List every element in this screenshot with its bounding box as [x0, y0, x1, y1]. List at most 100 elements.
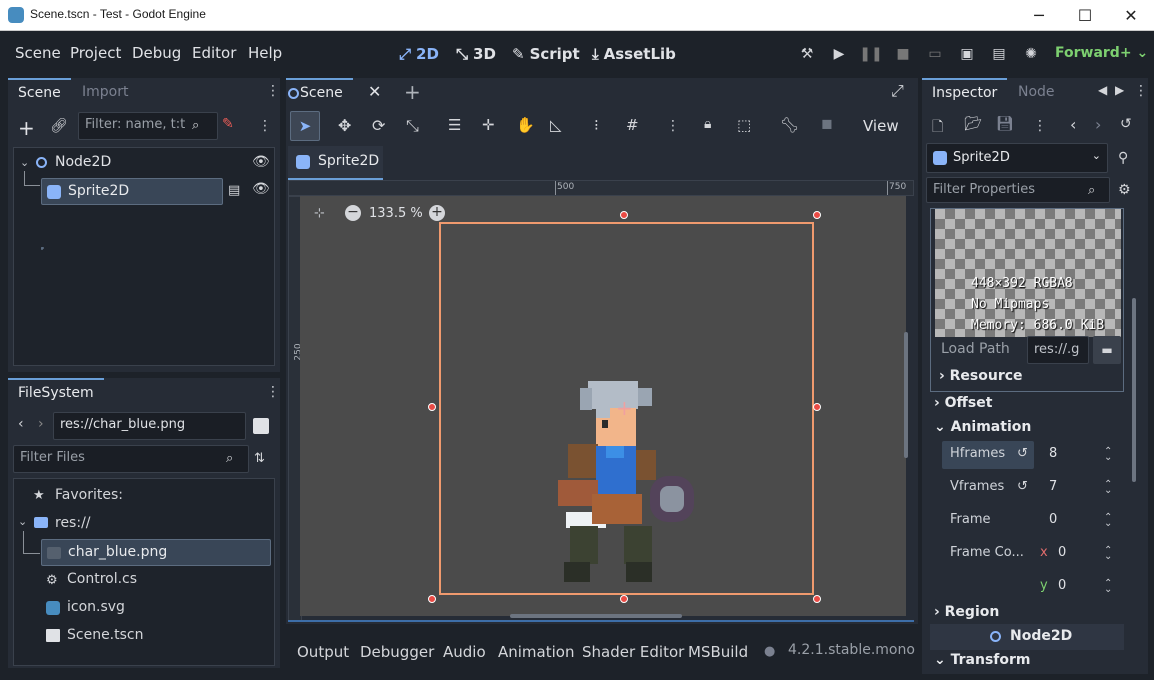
- frame-coords-x-value[interactable]: 0: [1058, 545, 1066, 560]
- tab-shader-editor[interactable]: Shader Editor: [582, 643, 684, 661]
- zoom-in-icon[interactable]: +: [429, 205, 445, 221]
- section-resource[interactable]: › Resource: [939, 368, 1023, 384]
- resize-handle[interactable]: [813, 595, 821, 603]
- new-resource-icon[interactable]: 🗋︎: [932, 116, 943, 140]
- resize-handle[interactable]: [428, 595, 436, 603]
- stop-icon[interactable]: ■: [892, 43, 914, 65]
- breadcrumb[interactable]: Sprite2D: [288, 146, 383, 180]
- texture-preview[interactable]: 448×392 RGBA8 No Mipmaps Memory: 686.0 K…: [935, 209, 1121, 337]
- list-select-icon[interactable]: ☰: [448, 116, 461, 134]
- minimize-button[interactable]: ─: [1016, 0, 1062, 31]
- dock-menu-icon[interactable]: ⋮: [1134, 83, 1148, 99]
- object-search-icon[interactable]: ⚲: [1118, 150, 1128, 166]
- resize-handle[interactable]: [428, 403, 436, 411]
- zoom-level[interactable]: 133.5 %: [369, 206, 423, 221]
- vframes-value[interactable]: 7: [1049, 479, 1057, 494]
- collapse-chevron-icon[interactable]: ⌄: [18, 515, 27, 528]
- open-resource-icon[interactable]: 📂︎: [964, 116, 982, 132]
- tab-animation[interactable]: Animation: [498, 643, 574, 661]
- inspector-scrollbar[interactable]: [1132, 298, 1136, 482]
- section-offset[interactable]: › Offset: [934, 395, 992, 411]
- spin-arrows-icon[interactable]: ⌄: [1104, 584, 1112, 595]
- tab-scene-file[interactable]: Scene: [286, 78, 353, 106]
- scale-tool-icon[interactable]: ⤡: [406, 116, 419, 136]
- tab-import[interactable]: Import: [72, 78, 138, 106]
- property-options-icon[interactable]: ⚙: [1118, 182, 1131, 198]
- vertical-scrollbar[interactable]: [904, 332, 908, 458]
- smart-snap-icon[interactable]: ⁝: [594, 116, 599, 134]
- tab-audio[interactable]: Audio: [443, 643, 486, 661]
- split-mode-icon[interactable]: [253, 418, 269, 434]
- frame-coords-y-value[interactable]: 0: [1058, 578, 1066, 593]
- renderer-dropdown[interactable]: Forward+ ⌄: [1055, 45, 1148, 61]
- workspace-2d-button[interactable]: ⤢ 2D: [399, 45, 439, 63]
- tab-output[interactable]: Output: [297, 643, 349, 661]
- tab-inspector[interactable]: Inspector: [922, 78, 1008, 106]
- close-window-button[interactable]: ✕: [1108, 0, 1154, 31]
- filter-properties-input[interactable]: Filter Properties: [926, 177, 1110, 203]
- tab-scene-dock[interactable]: Scene: [8, 78, 71, 106]
- spin-arrows-icon[interactable]: ⌄: [1104, 452, 1112, 463]
- group-icon[interactable]: ⬚: [737, 116, 751, 134]
- hframes-value[interactable]: 8: [1049, 446, 1057, 461]
- collapse-chevron-icon[interactable]: ⌄: [20, 156, 29, 169]
- add-node-icon[interactable]: +: [18, 116, 35, 140]
- play-icon[interactable]: ▶: [828, 43, 850, 65]
- horizontal-scrollbar[interactable]: [510, 614, 682, 618]
- resize-handle[interactable]: [620, 595, 628, 603]
- script-attached-icon[interactable]: ▤: [228, 183, 240, 198]
- file-item-scene-tscn[interactable]: Scene.tscn: [67, 627, 144, 643]
- close-tab-icon[interactable]: ✕: [368, 82, 381, 101]
- menu-help[interactable]: Help: [248, 44, 282, 62]
- history-back-icon[interactable]: ‹: [1070, 115, 1076, 134]
- attach-script-icon[interactable]: ✎: [222, 116, 234, 132]
- spin-arrows-icon[interactable]: ⌄: [1104, 551, 1112, 562]
- resource-options-icon[interactable]: ⋮: [1033, 118, 1047, 134]
- visibility-eye-icon[interactable]: 👁︎: [252, 154, 270, 170]
- tab-debugger[interactable]: Debugger: [360, 643, 434, 661]
- ruler-tool-icon[interactable]: ◺: [550, 116, 562, 134]
- section-transform[interactable]: ⌄ Transform: [934, 652, 1030, 668]
- dock-menu-icon[interactable]: ⋮: [266, 384, 280, 400]
- file-item-icon-svg[interactable]: icon.svg: [67, 599, 125, 615]
- load-path-field[interactable]: res://.g: [1027, 336, 1089, 364]
- file-item-char-blue[interactable]: char_blue.png: [41, 539, 271, 566]
- resize-handle[interactable]: [813, 211, 821, 219]
- zoom-out-icon[interactable]: −: [345, 205, 361, 221]
- parent-node-header[interactable]: Node2D: [930, 624, 1124, 650]
- visibility-eye-icon[interactable]: 👁︎: [252, 181, 270, 197]
- maximize-button[interactable]: ☐: [1062, 0, 1108, 31]
- workspace-assetlib-button[interactable]: ⤓ AssetLib: [592, 45, 676, 63]
- tab-filesystem[interactable]: FileSystem: [8, 378, 104, 406]
- history-forward-icon[interactable]: ›: [1095, 115, 1101, 134]
- resize-handle[interactable]: [620, 211, 628, 219]
- remote-debug-icon[interactable]: ▭: [924, 43, 946, 65]
- filter-files-input[interactable]: Filter Files: [13, 445, 249, 473]
- tab-node[interactable]: Node: [1008, 78, 1065, 106]
- revert-icon[interactable]: ↺: [1017, 446, 1028, 461]
- spin-arrows-icon[interactable]: ⌄: [1104, 518, 1112, 529]
- view-menu[interactable]: View: [863, 117, 899, 135]
- hammer-icon[interactable]: ⚒: [796, 43, 818, 65]
- history-icon[interactable]: ↺: [1120, 116, 1132, 132]
- back-arrow-icon[interactable]: ‹: [18, 416, 24, 432]
- workspace-script-button[interactable]: ✎ Script: [512, 45, 580, 63]
- new-tab-icon[interactable]: +: [404, 80, 421, 104]
- save-resource-icon[interactable]: 💾︎: [996, 116, 1014, 132]
- grid-snap-icon[interactable]: #: [626, 116, 639, 134]
- section-animation[interactable]: ⌄ Animation: [934, 419, 1031, 435]
- menu-scene[interactable]: Scene: [15, 44, 61, 62]
- section-region[interactable]: › Region: [934, 604, 999, 620]
- forward-arrow-icon[interactable]: ›: [38, 416, 44, 432]
- node-selector-dropdown[interactable]: Sprite2D ⌄: [926, 143, 1108, 173]
- revert-icon[interactable]: ↺: [1017, 479, 1028, 494]
- spin-arrows-icon[interactable]: ⌄: [1104, 485, 1112, 496]
- movie-maker-icon[interactable]: ✺: [1020, 43, 1042, 65]
- tree-node-node2d[interactable]: Node2D: [55, 154, 111, 170]
- file-item-control-cs[interactable]: Control.cs: [67, 571, 137, 587]
- select-tool-icon[interactable]: ➤: [290, 111, 320, 141]
- resize-handle[interactable]: [813, 403, 821, 411]
- scene-options-icon[interactable]: ⋮: [258, 118, 272, 134]
- menu-project[interactable]: Project: [70, 44, 121, 62]
- camera-icon[interactable]: ◼: [821, 116, 833, 132]
